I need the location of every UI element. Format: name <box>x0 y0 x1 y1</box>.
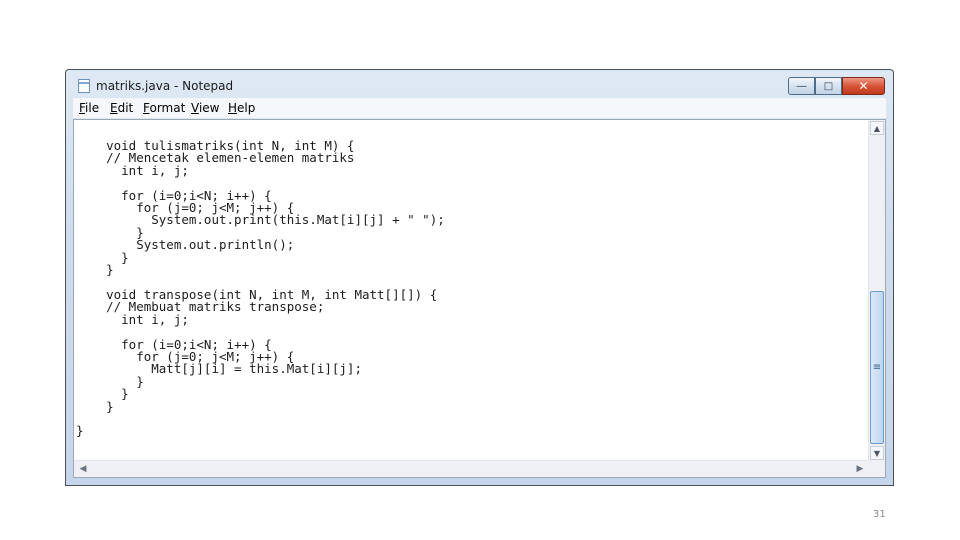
window-title: matriks.java - Notepad <box>96 79 234 93</box>
minimize-button[interactable]: ― <box>788 77 815 95</box>
menu-view[interactable]: View <box>191 101 219 115</box>
close-button[interactable]: ✕ <box>842 77 885 95</box>
scroll-grip-icon: ≡ <box>872 362 882 373</box>
horizontal-scrollbar[interactable]: ◀ ▶ <box>74 460 869 477</box>
minimize-icon: ― <box>796 80 807 92</box>
menu-bar: File Edit Format View Help <box>73 98 886 119</box>
menu-format[interactable]: Format <box>143 101 185 115</box>
scroll-up-arrow-icon[interactable]: ▲ <box>870 121 884 135</box>
code-text[interactable]: void tulismatriks(int N, int M) { // Men… <box>76 139 445 438</box>
scroll-left-arrow-icon[interactable]: ◀ <box>76 462 90 476</box>
menu-file[interactable]: File <box>79 101 99 115</box>
notepad-window: matriks.java - Notepad ― □ ✕ File Edit F… <box>65 69 894 486</box>
maximize-icon: □ <box>823 80 834 92</box>
close-icon: ✕ <box>858 79 869 93</box>
text-editor[interactable]: void tulismatriks(int N, int M) { // Men… <box>73 119 886 478</box>
title-bar[interactable]: matriks.java - Notepad ― □ ✕ <box>66 70 893 98</box>
vertical-scroll-thumb[interactable]: ≡ <box>870 291 884 444</box>
scroll-down-arrow-icon[interactable]: ▼ <box>870 446 884 460</box>
vertical-scrollbar[interactable]: ▲ ≡ ▼ <box>868 120 885 461</box>
scroll-right-arrow-icon[interactable]: ▶ <box>853 462 867 476</box>
caption-buttons: ― □ ✕ <box>788 77 885 96</box>
slide-page-number: 31 <box>873 509 886 520</box>
menu-edit[interactable]: Edit <box>110 101 133 115</box>
notepad-icon[interactable] <box>78 79 90 93</box>
menu-help[interactable]: Help <box>228 101 255 115</box>
size-grip[interactable] <box>869 461 885 477</box>
maximize-button[interactable]: □ <box>815 77 842 95</box>
